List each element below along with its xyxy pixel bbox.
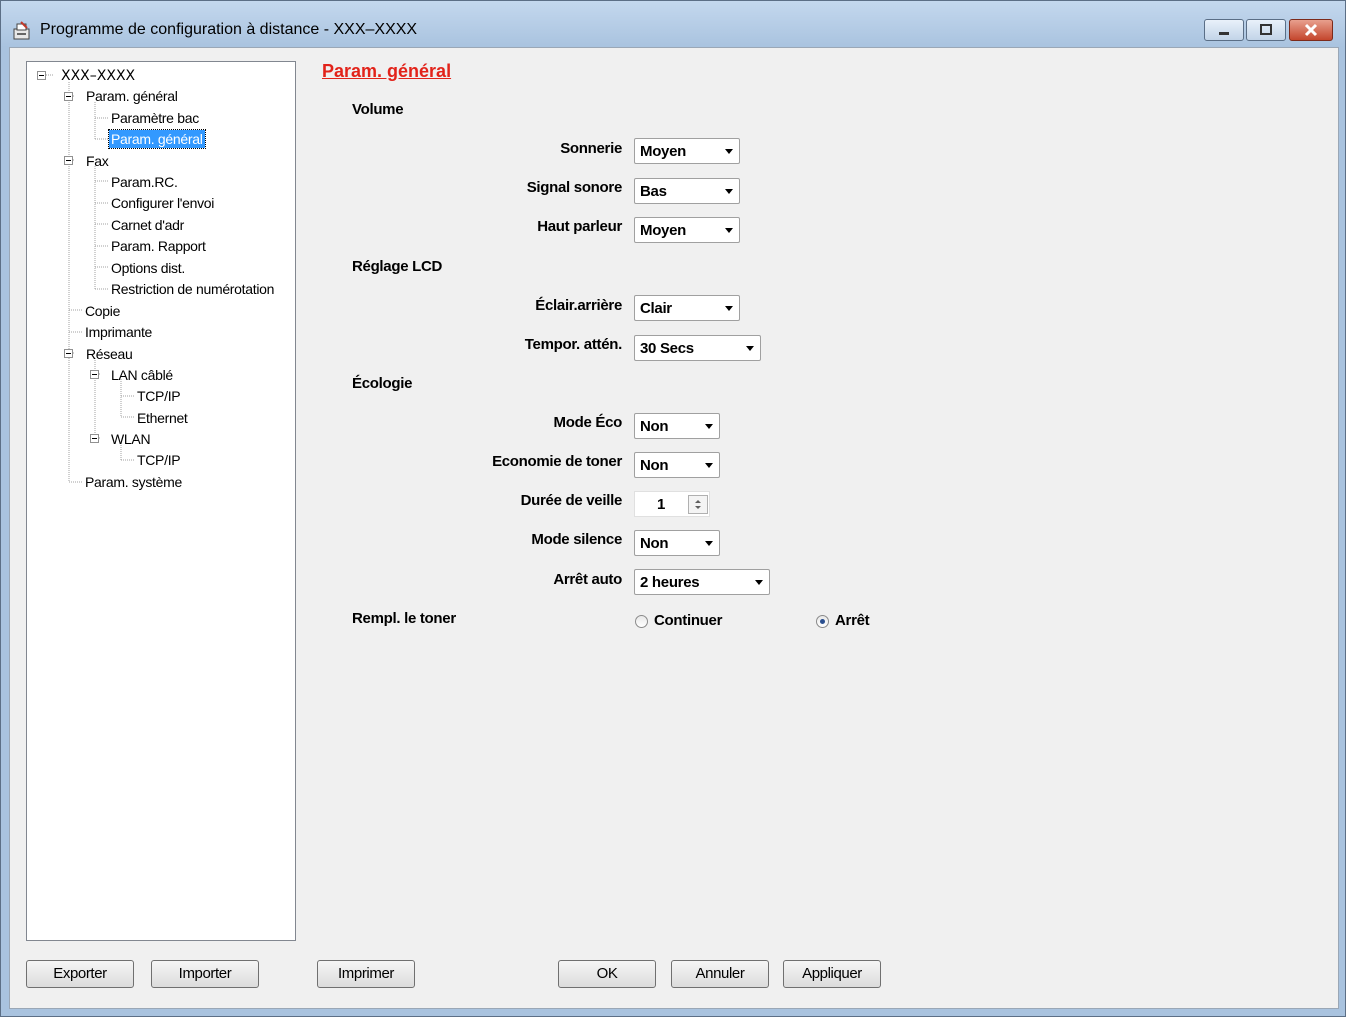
mode-silence-label: Mode silence [531,531,622,548]
chevron-down-icon [705,463,713,468]
minimize-icon [1219,32,1229,35]
tree-item-parametre-bac[interactable]: Paramètre bac [111,109,199,127]
spin-arrows-icon [695,500,701,509]
tree-item-param-systeme[interactable]: Param. système [85,473,182,491]
chevron-down-icon [705,424,713,429]
tree-item-tcpip-lan[interactable]: TCP/IP [137,387,181,405]
mode-eco-value: Non [640,418,669,435]
imprimer-button[interactable]: Imprimer [317,960,415,988]
haut-parleur-label: Haut parleur [537,218,622,235]
tree-item-restriction[interactable]: Restriction de numérotation [111,280,274,298]
root-expander-icon[interactable] [37,71,46,80]
appliquer-button[interactable]: Appliquer [783,960,881,988]
arret-auto-value: 2 heures [640,574,700,591]
chevron-down-icon [746,346,754,351]
chevron-down-icon [725,149,733,154]
sonnerie-label: Sonnerie [560,140,622,157]
mode-silence-value: Non [640,535,669,552]
fax-expander-icon[interactable] [64,156,73,165]
tree-item-ethernet[interactable]: Ethernet [137,409,188,427]
arret-radio[interactable] [816,615,829,628]
chevron-down-icon [725,306,733,311]
haut-parleur-value: Moyen [640,222,687,239]
tree-item-configurer-envoi[interactable]: Configurer l'envoi [111,194,214,212]
eclair-arriere-value: Clair [640,300,672,317]
reseau-expander-icon[interactable] [64,349,73,358]
settings-tree[interactable]: XXX–XXXX Param. général Paramètre bac Pa… [26,61,296,941]
tree-item-param-rc[interactable]: Param.RC. [111,173,178,191]
economie-toner-select[interactable]: Non [634,452,720,478]
duree-veille-value: 1 [657,496,666,513]
signal-sonore-select[interactable]: Bas [634,178,740,204]
haut-parleur-select[interactable]: Moyen [634,217,740,243]
tree-item-options-dist[interactable]: Options dist. [111,259,185,277]
chevron-down-icon [705,541,713,546]
tree-item-wlan[interactable]: WLAN [111,430,151,448]
param-general-expander-icon[interactable] [64,92,73,101]
sonnerie-value: Moyen [640,143,687,160]
close-button[interactable] [1289,19,1333,41]
mode-eco-select[interactable]: Non [634,413,720,439]
tree-item-lan-cable[interactable]: LAN câblé [111,366,173,384]
mode-eco-label: Mode Éco [553,414,623,431]
tempor-atten-select[interactable]: 30 Secs [634,335,761,361]
eclair-arriere-label: Éclair.arrière [535,297,622,314]
importer-button[interactable]: Importer [151,960,259,988]
window-title: Programme de configuration à distance - … [40,21,418,38]
tree-item-carnet-adr[interactable]: Carnet d'adr [111,216,184,234]
volume-group-label: Volume [352,101,404,118]
arret-auto-select[interactable]: 2 heures [634,569,770,595]
tree-item-fax[interactable]: Fax [86,152,109,170]
app-window: Programme de configuration à distance - … [0,0,1346,1017]
lcd-group-label: Réglage LCD [352,258,443,275]
tree-item-param-rapport[interactable]: Param. Rapport [111,237,206,255]
wlan-expander-icon[interactable] [90,434,99,443]
economie-toner-label: Economie de toner [492,453,622,470]
panel-title: Param. général [322,61,452,81]
tree-item-copie[interactable]: Copie [85,302,120,320]
chevron-down-icon [725,189,733,194]
chevron-down-icon [755,580,763,585]
tempor-atten-value: 30 Secs [640,340,694,357]
mode-silence-select[interactable]: Non [634,530,720,556]
toner-group-label: Rempl. le toner [352,610,456,627]
eclair-arriere-select[interactable]: Clair [634,295,740,321]
tempor-atten-label: Tempor. attén. [524,336,623,353]
tree-item-root[interactable]: XXX–XXXX [61,67,135,85]
signal-sonore-value: Bas [640,183,667,200]
sonnerie-select[interactable]: Moyen [634,138,740,164]
close-icon [1304,23,1318,37]
ecologie-group-label: Écologie [352,375,413,392]
tree-item-imprimante[interactable]: Imprimante [85,323,152,341]
ok-button[interactable]: OK [558,960,656,988]
continuer-radio[interactable] [635,615,648,628]
maximize-icon [1260,24,1272,35]
app-icon [13,21,30,40]
tree-item-tcpip-wlan[interactable]: TCP/IP [137,451,181,469]
duree-veille-label: Durée de veille [520,492,623,509]
signal-sonore-label: Signal sonore [526,179,623,196]
maximize-button[interactable] [1246,19,1286,41]
minimize-button[interactable] [1204,19,1244,41]
tree-item-reseau[interactable]: Réseau [86,345,133,363]
economie-toner-value: Non [640,457,669,474]
arret-label[interactable]: Arrêt [835,612,870,629]
annuler-button[interactable]: Annuler [671,960,769,988]
duree-veille-spinner[interactable]: 1 [634,491,710,517]
tree-item-param-general-selected[interactable]: Param. général [108,129,206,149]
title-bar[interactable]: Programme de configuration à distance - … [1,1,1345,47]
chevron-down-icon [725,228,733,233]
tree-item-param-general[interactable]: Param. général [86,87,178,105]
spin-buttons[interactable] [688,495,708,514]
continuer-label[interactable]: Continuer [654,612,722,629]
exporter-button[interactable]: Exporter [26,960,134,988]
lan-cable-expander-icon[interactable] [90,370,99,379]
arret-auto-label: Arrêt auto [553,571,622,588]
